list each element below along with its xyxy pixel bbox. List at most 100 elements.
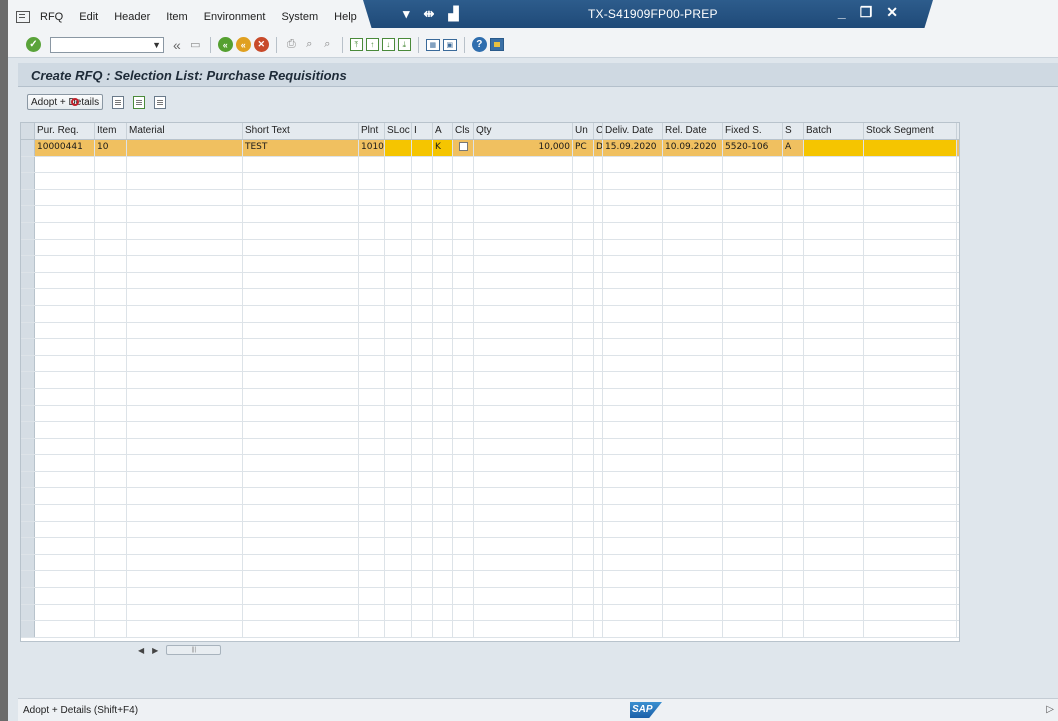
- chevron-down-icon[interactable]: ▼: [152, 40, 161, 50]
- scroll-left-icon[interactable]: ◀: [138, 646, 144, 655]
- column-header-cls[interactable]: Cls: [453, 123, 474, 139]
- enter-icon[interactable]: ✓: [26, 37, 41, 52]
- empty-table-row[interactable]: [21, 189, 959, 207]
- cancel-icon[interactable]: ✕: [253, 37, 269, 52]
- empty-table-row[interactable]: [21, 471, 959, 489]
- scroll-thumb[interactable]: |||: [166, 645, 222, 655]
- column-header-c[interactable]: C: [594, 123, 603, 139]
- row-selector[interactable]: [21, 604, 35, 621]
- previous-page-icon[interactable]: ↑: [365, 38, 379, 51]
- status-expand-icon[interactable]: ▷: [1046, 704, 1054, 715]
- row-selector[interactable]: [21, 521, 35, 538]
- pin-icon[interactable]: ⇹: [424, 6, 435, 22]
- empty-table-row[interactable]: [21, 621, 959, 638]
- horizontal-scrollbar[interactable]: ◀ ▶ |||: [20, 642, 960, 658]
- column-header-stock-segment[interactable]: Stock Segment: [864, 123, 957, 139]
- row-selector[interactable]: [21, 305, 35, 322]
- next-page-icon[interactable]: ↓: [381, 38, 395, 51]
- empty-table-row[interactable]: [21, 206, 959, 223]
- row-selector[interactable]: [21, 140, 35, 156]
- row-selector[interactable]: [21, 505, 35, 521]
- column-header-sloc[interactable]: SLoc: [385, 123, 412, 139]
- empty-table-row[interactable]: [21, 173, 959, 190]
- select-all-icon[interactable]: [21, 123, 35, 139]
- empty-table-row[interactable]: [21, 455, 959, 472]
- signal-icon[interactable]: ▟: [448, 6, 458, 22]
- find-next-icon[interactable]: ⌕: [320, 37, 335, 52]
- empty-table-row[interactable]: [21, 571, 959, 589]
- customize-layout-icon[interactable]: [489, 38, 504, 51]
- row-selector[interactable]: [21, 206, 35, 222]
- menu-environment[interactable]: Environment: [204, 11, 266, 23]
- row-selector[interactable]: [21, 339, 35, 355]
- row-selector[interactable]: [21, 173, 35, 189]
- cls-checkbox[interactable]: [459, 142, 468, 151]
- column-header-short-text[interactable]: Short Text: [243, 123, 359, 139]
- row-selector[interactable]: [21, 438, 35, 455]
- column-header-pur-req[interactable]: Pur. Req.: [35, 123, 95, 139]
- close-icon[interactable]: ✕: [886, 4, 898, 21]
- row-selector[interactable]: [21, 588, 35, 604]
- system-menu-icon[interactable]: [16, 11, 30, 23]
- back-icon[interactable]: «: [217, 37, 233, 52]
- document-icon[interactable]: [154, 95, 167, 109]
- empty-table-row[interactable]: [21, 405, 959, 423]
- help-icon[interactable]: ?: [471, 37, 487, 52]
- row-selector[interactable]: [21, 289, 35, 305]
- empty-table-row[interactable]: [21, 388, 959, 406]
- row-selector[interactable]: [21, 471, 35, 488]
- column-header-item[interactable]: Item: [95, 123, 127, 139]
- empty-table-row[interactable]: [21, 438, 959, 456]
- row-selector[interactable]: [21, 256, 35, 272]
- column-header-a[interactable]: A: [433, 123, 453, 139]
- list-icon[interactable]: [133, 95, 146, 109]
- menu-item[interactable]: Item: [166, 11, 187, 23]
- column-header-plnt[interactable]: Plnt: [359, 123, 385, 139]
- shortcut-icon[interactable]: ▣: [442, 38, 457, 51]
- row-selector[interactable]: [21, 538, 35, 554]
- row-selector[interactable]: [21, 455, 35, 471]
- empty-table-row[interactable]: [21, 355, 959, 373]
- table-row[interactable]: 10000441 10 TEST 1010 K 10,000 PC D 15.0…: [21, 140, 959, 157]
- row-selector[interactable]: [21, 239, 35, 256]
- last-page-icon[interactable]: ⤓: [397, 38, 411, 51]
- column-header-material[interactable]: Material: [127, 123, 243, 139]
- empty-table-row[interactable]: [21, 422, 959, 439]
- empty-table-row[interactable]: [21, 538, 959, 555]
- copy-icon[interactable]: [112, 95, 125, 109]
- menu-system[interactable]: System: [281, 11, 318, 23]
- empty-table-row[interactable]: [21, 272, 959, 290]
- column-header-rel-date[interactable]: Rel. Date: [663, 123, 723, 139]
- row-selector[interactable]: [21, 322, 35, 339]
- menu-edit[interactable]: Edit: [79, 11, 98, 23]
- empty-table-row[interactable]: [21, 588, 959, 605]
- column-header-s[interactable]: S: [783, 123, 804, 139]
- first-page-icon[interactable]: ⤒: [349, 38, 363, 51]
- column-header-batch[interactable]: Batch: [804, 123, 864, 139]
- print-icon[interactable]: ⎙: [284, 37, 299, 52]
- empty-table-row[interactable]: [21, 521, 959, 539]
- empty-table-row[interactable]: [21, 488, 959, 506]
- minimize-icon[interactable]: _: [838, 4, 846, 21]
- menu-help[interactable]: Help: [334, 11, 357, 23]
- row-selector[interactable]: [21, 222, 35, 239]
- column-header-i[interactable]: I: [412, 123, 433, 139]
- row-selector[interactable]: [21, 621, 35, 637]
- adopt-details-button[interactable]: Adopt + Details: [27, 94, 104, 110]
- row-selector[interactable]: [21, 422, 35, 438]
- menu-rfq[interactable]: RFQ: [40, 11, 63, 23]
- empty-table-row[interactable]: [21, 239, 959, 257]
- empty-table-row[interactable]: [21, 339, 959, 356]
- scroll-right-icon[interactable]: ▶: [152, 646, 158, 655]
- row-selector[interactable]: [21, 405, 35, 422]
- column-header-deliv-date[interactable]: Deliv. Date: [603, 123, 663, 139]
- column-header-qty[interactable]: Qty: [474, 123, 573, 139]
- empty-table-row[interactable]: [21, 256, 959, 273]
- row-selector[interactable]: [21, 189, 35, 206]
- empty-table-row[interactable]: [21, 604, 959, 622]
- row-selector[interactable]: [21, 372, 35, 388]
- empty-table-row[interactable]: [21, 372, 959, 389]
- row-selector[interactable]: [21, 488, 35, 505]
- row-selector[interactable]: [21, 355, 35, 372]
- collapse-icon[interactable]: «: [173, 37, 181, 53]
